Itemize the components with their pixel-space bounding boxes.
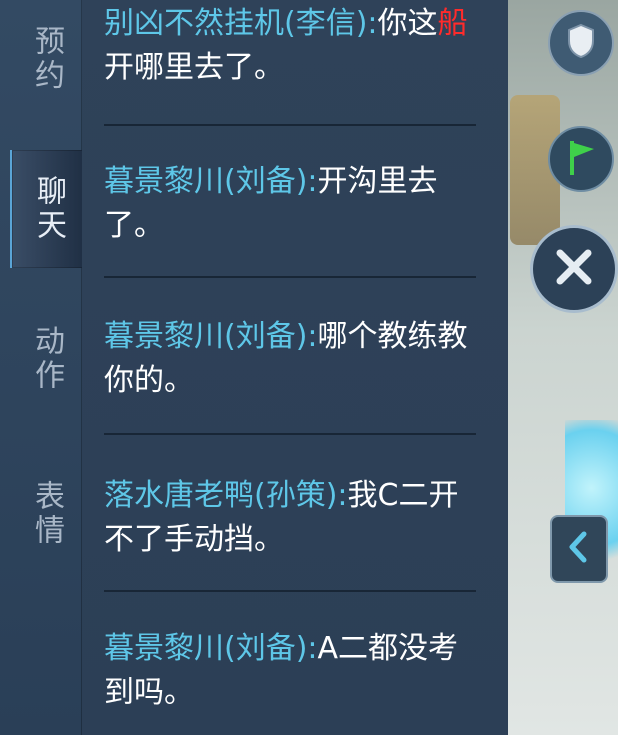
chat-panel: 别凶不然挂机(李信):你这船开哪里去了。 暮景黎川(刘备):开沟里去了。 暮景黎…: [82, 0, 508, 735]
tab-reservation[interactable]: 预约: [10, 0, 82, 118]
signal-flag-button[interactable]: [548, 126, 614, 192]
chat-message: 暮景黎川(刘备):哪个教练教你的。: [104, 315, 476, 403]
chevron-left-icon: [566, 530, 592, 568]
message-sender[interactable]: 别凶不然挂机(李信):: [104, 6, 378, 41]
message-divider: [104, 590, 476, 592]
message-text: 开哪里去了。: [104, 50, 284, 85]
tab-actions[interactable]: 动作: [10, 300, 82, 418]
message-sender[interactable]: 暮景黎川(刘备):: [104, 319, 318, 354]
tab-label: 聊天: [31, 175, 66, 243]
tab-label: 表情: [29, 480, 64, 548]
tab-emotes[interactable]: 表情: [10, 455, 82, 573]
shield-button[interactable]: [548, 10, 614, 76]
collapse-button[interactable]: [550, 515, 608, 583]
tab-label: 预约: [29, 25, 64, 93]
chat-message: 暮景黎川(刘备):开沟里去了。: [104, 160, 476, 248]
message-sender[interactable]: 暮景黎川(刘备):: [104, 631, 318, 666]
message-divider: [104, 276, 476, 278]
chat-message: 暮景黎川(刘备):A二都没考到吗。: [104, 627, 476, 715]
close-button[interactable]: [530, 225, 618, 313]
chat-tab-strip: 预约 聊天 动作 表情: [0, 0, 84, 735]
tab-label: 动作: [29, 325, 64, 393]
chat-message: 别凶不然挂机(李信):你这船开哪里去了。: [104, 2, 476, 90]
close-icon: [552, 245, 596, 293]
message-sender[interactable]: 暮景黎川(刘备):: [104, 164, 318, 199]
flag-icon: [564, 137, 598, 181]
message-sender[interactable]: 落水唐老鸭(孙策):: [104, 478, 348, 513]
message-highlight: 船: [437, 6, 468, 41]
shield-icon: [566, 23, 596, 63]
message-divider: [104, 433, 476, 435]
tab-chat[interactable]: 聊天: [10, 150, 84, 268]
message-divider: [104, 124, 476, 126]
chat-message: 落水唐老鸭(孙策):我C二开不了手动挡。: [104, 474, 476, 562]
message-text: 你这: [377, 6, 438, 41]
